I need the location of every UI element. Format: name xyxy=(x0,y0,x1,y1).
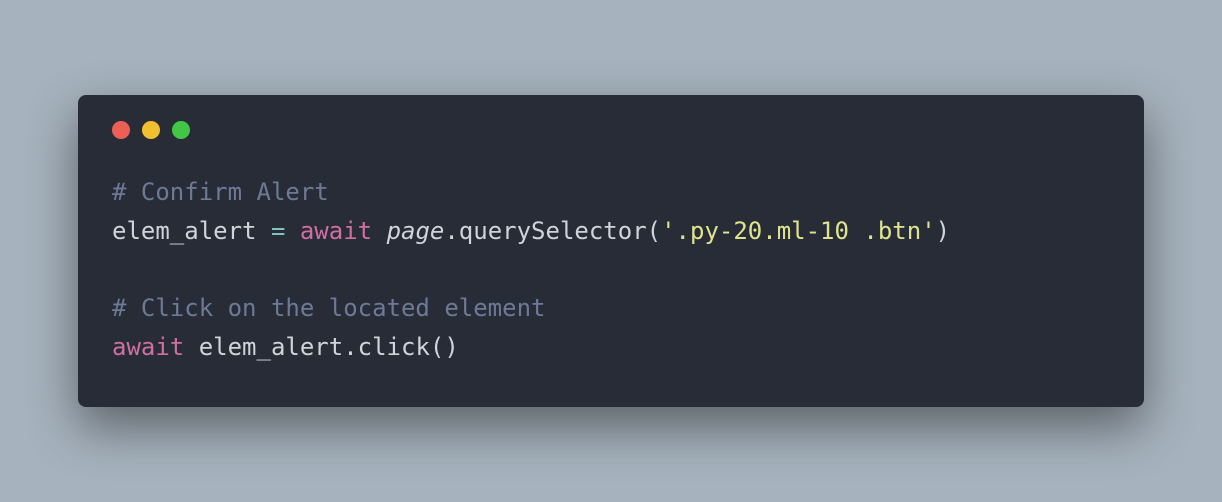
minimize-icon[interactable] xyxy=(142,121,160,139)
maximize-icon[interactable] xyxy=(172,121,190,139)
code-token: # Click on the located element xyxy=(112,294,545,322)
code-token xyxy=(285,217,299,245)
code-token: = xyxy=(271,217,285,245)
code-token: ) xyxy=(936,217,950,245)
code-block: # Confirm Alert elem_alert = await page.… xyxy=(112,173,1110,367)
close-icon[interactable] xyxy=(112,121,130,139)
code-token: elem_alert.click() xyxy=(184,333,459,361)
code-token: # Confirm Alert xyxy=(112,178,329,206)
traffic-lights xyxy=(112,121,1110,139)
code-token: page xyxy=(387,217,445,245)
code-token: await xyxy=(300,217,372,245)
code-window: # Confirm Alert elem_alert = await page.… xyxy=(78,95,1144,407)
code-token: await xyxy=(112,333,184,361)
code-token: elem_alert xyxy=(112,217,271,245)
code-token: .querySelector( xyxy=(444,217,661,245)
code-token: '.py-20.ml-10 .btn' xyxy=(661,217,936,245)
code-token xyxy=(372,217,386,245)
